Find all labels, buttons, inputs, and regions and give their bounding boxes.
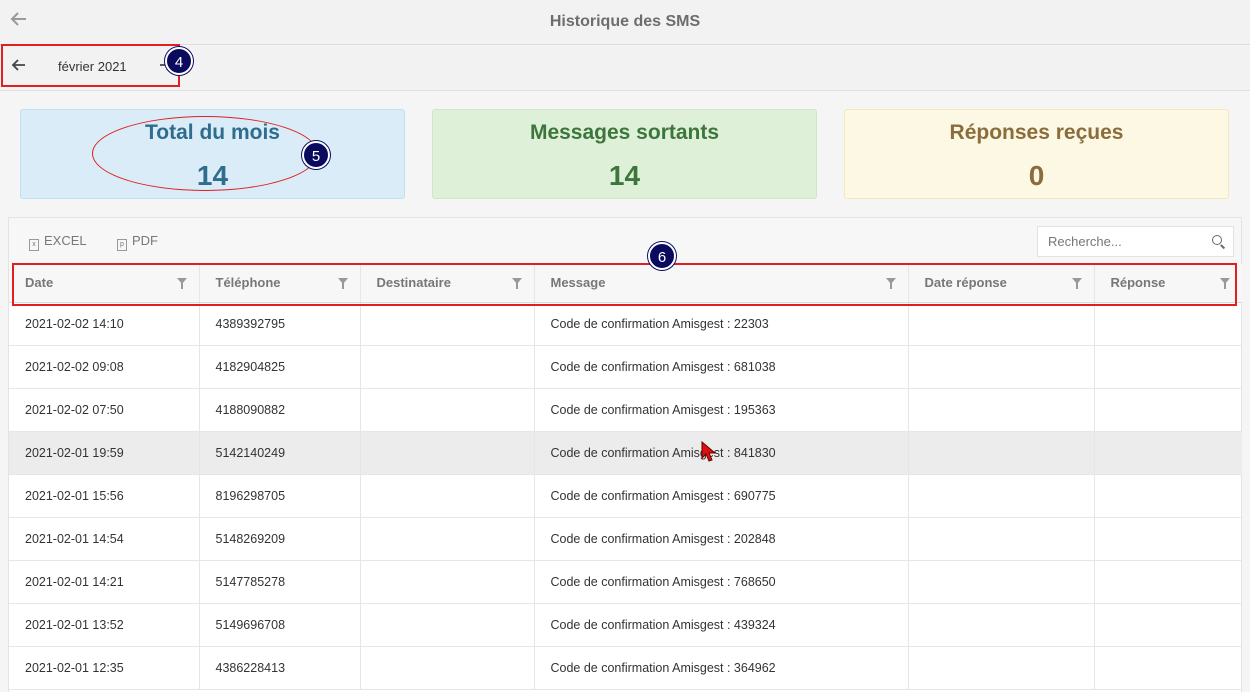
table-cell: 2021-02-01 14:21 [9,560,200,604]
search-box [1037,226,1234,257]
table-cell: 5147785278 [199,560,361,604]
table-row[interactable]: 2021-02-01 14:21 5147785278 Code de confir… [9,560,1242,604]
table-cell: 2021-02-02 07:50 [9,388,200,432]
card-title: Réponses reçues [949,121,1124,144]
table-row[interactable]: 2021-02-01 19:59 5142140249 Code de confir… [9,431,1242,475]
table-cell [908,302,1095,346]
table-row[interactable]: 2021-02-01 15:56 8196298705 Code de confir… [9,474,1242,518]
table-cell [1094,560,1242,604]
table-row[interactable]: 2021-02-02 14:10 4389392795 Code de confir… [9,302,1242,346]
table-cell: Code de confirmation Amisgest : 841830 [534,431,909,475]
table-cell: 4389392795 [199,302,361,346]
table-cell: 2021-02-01 13:52 [9,603,200,647]
export-excel-button[interactable]: x EXCEL [29,233,87,251]
table-cell: 4386228413 [199,646,361,690]
table-row[interactable]: 2021-02-02 09:08 4182904825 Code de confir… [9,345,1242,389]
table-cell: Code de confirmation Amisgest : 768650 [534,560,909,604]
table-row[interactable]: 2021-02-01 14:54 5148269209 Code de confir… [9,517,1242,561]
pdf-file-icon: p [117,239,127,251]
table-row[interactable]: 2021-02-02 07:50 4188090882 Code de confir… [9,388,1242,432]
table-cell: Code de confirmation Amisgest : 22303 [534,302,909,346]
table-cell [908,560,1095,604]
table-cell [360,646,535,690]
table-cell [1094,388,1242,432]
table-cell [360,603,535,647]
excel-label: EXCEL [44,233,87,248]
table-cell: 5148269209 [199,517,361,561]
table-cell [1094,474,1242,518]
search-input[interactable] [1038,227,1206,256]
table-cell: 2021-02-01 19:59 [9,431,200,475]
table-cell: 4188090882 [199,388,361,432]
table-cell [360,474,535,518]
table-cell [908,474,1095,518]
card-value: 0 [1028,160,1045,191]
table-cell: Code de confirmation Amisgest : 202848 [534,517,909,561]
pdf-label: PDF [132,233,158,248]
table-cell [908,388,1095,432]
table-cell [908,646,1095,690]
excel-file-icon: x [29,239,39,251]
table-row[interactable]: 2021-02-01 13:52 5149696708 Code de confir… [9,603,1242,647]
table-cell [360,302,535,346]
table-cell [1094,302,1242,346]
table-cell [1094,603,1242,647]
card-value: 14 [608,160,641,191]
table-cell: Code de confirmation Amisgest : 439324 [534,603,909,647]
table-cell: 2021-02-01 15:56 [9,474,200,518]
grid-toolbar: x EXCEL p PDF [9,218,1241,264]
table-cell [1094,517,1242,561]
table-cell [360,431,535,475]
table-cell: Code de confirmation Amisgest : 690775 [534,474,909,518]
table-cell: 2021-02-02 14:10 [9,302,200,346]
table-cell [1094,345,1242,389]
total-card-highlight-ellipse [92,116,318,191]
table-cell: 2021-02-01 12:35 [9,646,200,690]
table-cell: 5149696708 [199,603,361,647]
table-cell [908,345,1095,389]
table-cell [908,517,1095,561]
header-row-highlight-box [12,263,1237,306]
table-cell [360,560,535,604]
table-cell [908,431,1095,475]
table-cell: Code de confirmation Amisgest : 681038 [534,345,909,389]
table-cell: Code de confirmation Amisgest : 195363 [534,388,909,432]
top-bar: Historique des SMS [0,0,1250,45]
table-cell: 8196298705 [199,474,361,518]
annotation-badge-5: 5 [302,141,330,169]
table-cell: 4182904825 [199,345,361,389]
table-cell [908,603,1095,647]
page-title: Historique des SMS [549,13,701,30]
table-cell [1094,646,1242,690]
table-cell: 2021-02-02 09:08 [9,345,200,389]
table-cell [1094,431,1242,475]
table-cell [360,345,535,389]
table-cell [360,388,535,432]
table-body: 2021-02-02 14:10 4389392795 Code de confir… [9,302,1242,690]
table-row[interactable]: 2021-02-01 12:35 4386228413 Code de confir… [9,646,1242,690]
export-pdf-button[interactable]: p PDF [117,233,158,251]
table-cell: Code de confirmation Amisgest : 364962 [534,646,909,690]
sms-history-table: Date Téléphone Destinataire Message Date… [9,264,1242,690]
outgoing-messages-card: Messages sortants 14 [432,109,817,199]
month-nav-highlight-box [1,44,180,87]
table-cell: 5142140249 [199,431,361,475]
card-title: Messages sortants [529,121,720,144]
table-cell [360,517,535,561]
annotation-badge-6: 6 [648,242,676,270]
received-replies-card: Réponses reçues 0 [844,109,1229,199]
table-cell: 2021-02-01 14:54 [9,517,200,561]
search-icon[interactable] [1212,235,1222,245]
annotation-badge-4: 4 [165,47,193,75]
